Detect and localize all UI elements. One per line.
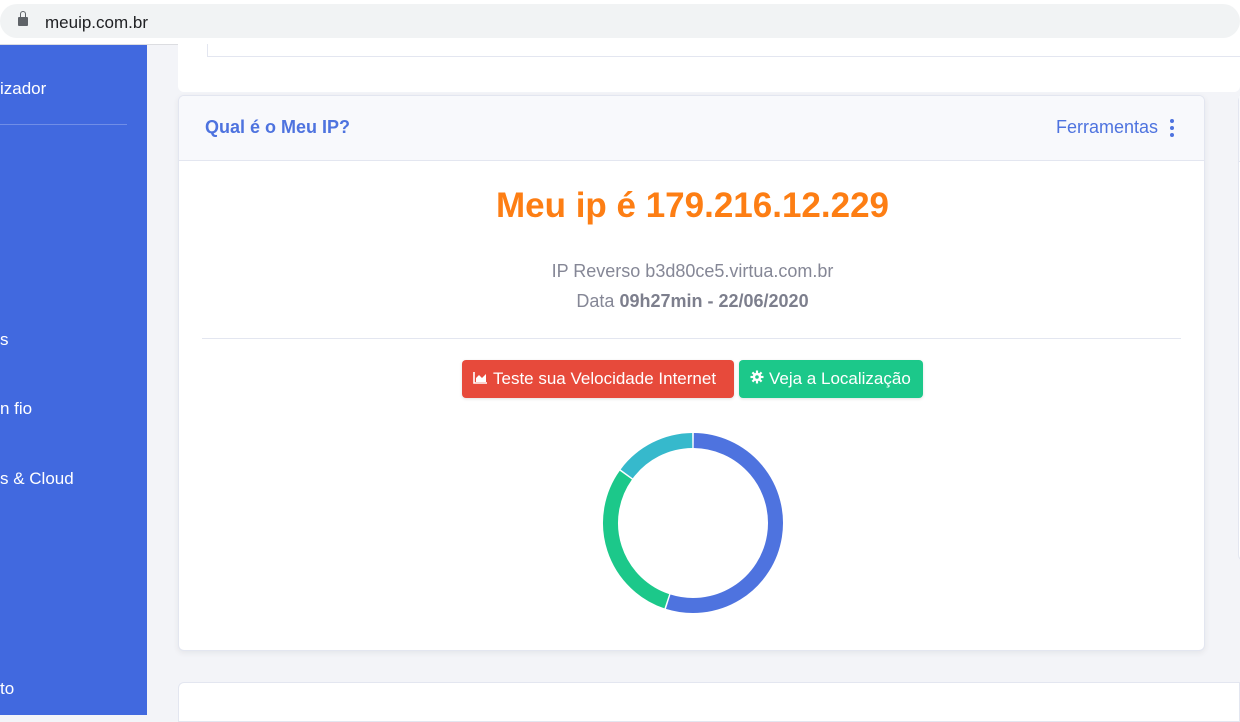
top-card-inner-box: [207, 44, 1240, 57]
top-card: [178, 44, 1240, 92]
address-bar[interactable]: meuip.com.br: [0, 4, 1240, 38]
bottom-card: [178, 682, 1240, 722]
sidebar-item-4[interactable]: s & Cloud: [0, 469, 74, 489]
donut-slice-3[interactable]: [620, 433, 693, 479]
address-url[interactable]: meuip.com.br: [45, 13, 148, 33]
sidebar-item-1[interactable]: izador: [0, 79, 46, 99]
donut-chart: [603, 433, 783, 613]
lock-icon[interactable]: [18, 11, 28, 26]
browser-toolbar: meuip.com.br: [0, 0, 1240, 45]
sidebar-item-5[interactable]: to: [0, 679, 14, 699]
sidebar-item-2[interactable]: s: [0, 330, 9, 350]
sidebar: izador s n fio s & Cloud to: [0, 45, 147, 715]
donut-slice-2[interactable]: [603, 470, 670, 609]
donut-slice-1[interactable]: [665, 433, 783, 613]
sidebar-item-3[interactable]: n fio: [0, 399, 32, 419]
sidebar-divider: [0, 124, 127, 125]
my-ip-card: Qual é o Meu IP? Ferramentas Meu ip é 17…: [178, 95, 1205, 651]
